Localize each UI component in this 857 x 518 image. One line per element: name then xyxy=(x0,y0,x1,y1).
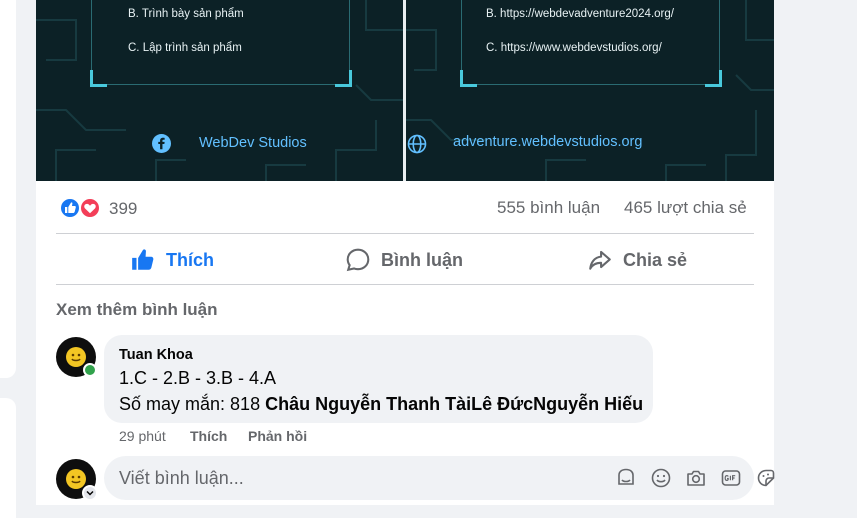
answer-option-c: C. Lập trình sản phẩm xyxy=(128,42,242,54)
comment-button-label: Bình luận xyxy=(381,249,463,270)
divider xyxy=(56,233,754,234)
lucky-number-text: Số may mắn: 818 xyxy=(119,394,266,414)
view-more-comments-link[interactable]: Xem thêm bình luận xyxy=(56,300,218,320)
comment-input-placeholder: Viết bình luận... xyxy=(119,468,244,488)
like-reaction-icon[interactable] xyxy=(59,197,81,219)
answer-option-c: C. https://www.webdevstudios.org/ xyxy=(486,42,662,54)
thumbs-up-icon xyxy=(132,249,154,270)
left-column-card xyxy=(0,398,16,518)
divider xyxy=(56,284,754,285)
comment-author[interactable]: Tuan Khoa xyxy=(119,347,193,363)
like-button[interactable]: Thích xyxy=(56,238,288,282)
mention-link[interactable]: Nguyễn Hiếu xyxy=(533,394,643,414)
comment-like-link[interactable]: Thích xyxy=(190,428,227,444)
brand-name: WebDev Studios xyxy=(199,135,307,151)
comment-lucky-number-line: Số may mắn: 818 Châu Nguyễn Thanh TàiLê … xyxy=(119,394,643,415)
comment-timestamp[interactable]: 29 phút xyxy=(119,428,166,444)
answer-option-b: B. Trình bày sản phẩm xyxy=(128,8,244,20)
profile-menu-chevron-icon[interactable] xyxy=(82,485,98,501)
post-card: B. Trình bày sản phẩm C. Lập trình sản p… xyxy=(36,0,775,505)
comments-count[interactable]: 555 bình luận xyxy=(497,198,600,218)
reactions-count[interactable]: 399 xyxy=(109,199,137,219)
website-url: adventure.webdevstudios.org xyxy=(453,134,643,150)
comment-answer-line: 1.C - 2.B - 3.B - 4.A xyxy=(119,368,277,388)
love-reaction-icon[interactable] xyxy=(79,197,101,219)
globe-icon xyxy=(407,134,427,154)
like-button-label: Thích xyxy=(166,249,214,270)
media-panel-right[interactable]: B. https://webdevadventure2024.org/ C. h… xyxy=(406,0,774,181)
share-button[interactable]: Chia sẻ xyxy=(520,238,754,282)
smiley-icon xyxy=(66,347,86,367)
camera-icon[interactable] xyxy=(685,467,707,489)
shares-count[interactable]: 465 lượt chia sẻ xyxy=(624,198,747,218)
emoji-icon[interactable] xyxy=(650,467,672,489)
comment-button[interactable]: Bình luận xyxy=(288,238,520,282)
share-button-label: Chia sẻ xyxy=(622,249,688,270)
smiley-icon xyxy=(66,469,86,489)
share-icon xyxy=(589,250,611,270)
left-column-card xyxy=(0,0,16,378)
frame-corner xyxy=(460,70,477,87)
comment-icon xyxy=(346,248,370,272)
online-status-dot xyxy=(83,363,97,377)
comment-reply-link[interactable]: Phản hồi xyxy=(248,428,307,444)
mention-link[interactable]: Lê Đức xyxy=(471,394,533,414)
answer-option-b: B. https://webdevadventure2024.org/ xyxy=(486,8,674,20)
frame-corner xyxy=(705,70,722,87)
comment-input[interactable]: Viết bình luận... xyxy=(104,456,775,500)
frame-corner xyxy=(90,70,107,87)
comment-bubble: Tuan Khoa 1.C - 2.B - 3.B - 4.A Số may m… xyxy=(104,335,653,423)
sticker-icon[interactable] xyxy=(755,467,777,489)
frame-corner xyxy=(335,70,352,87)
mention-link[interactable]: Châu Nguyễn Thanh Tài xyxy=(265,394,471,414)
media-panel-left[interactable]: B. Trình bày sản phẩm C. Lập trình sản p… xyxy=(36,0,403,181)
post-media[interactable]: B. Trình bày sản phẩm C. Lập trình sản p… xyxy=(36,0,774,181)
facebook-icon xyxy=(152,134,171,153)
avatar-sticker-icon[interactable] xyxy=(615,467,637,489)
gif-icon[interactable] xyxy=(720,467,742,489)
